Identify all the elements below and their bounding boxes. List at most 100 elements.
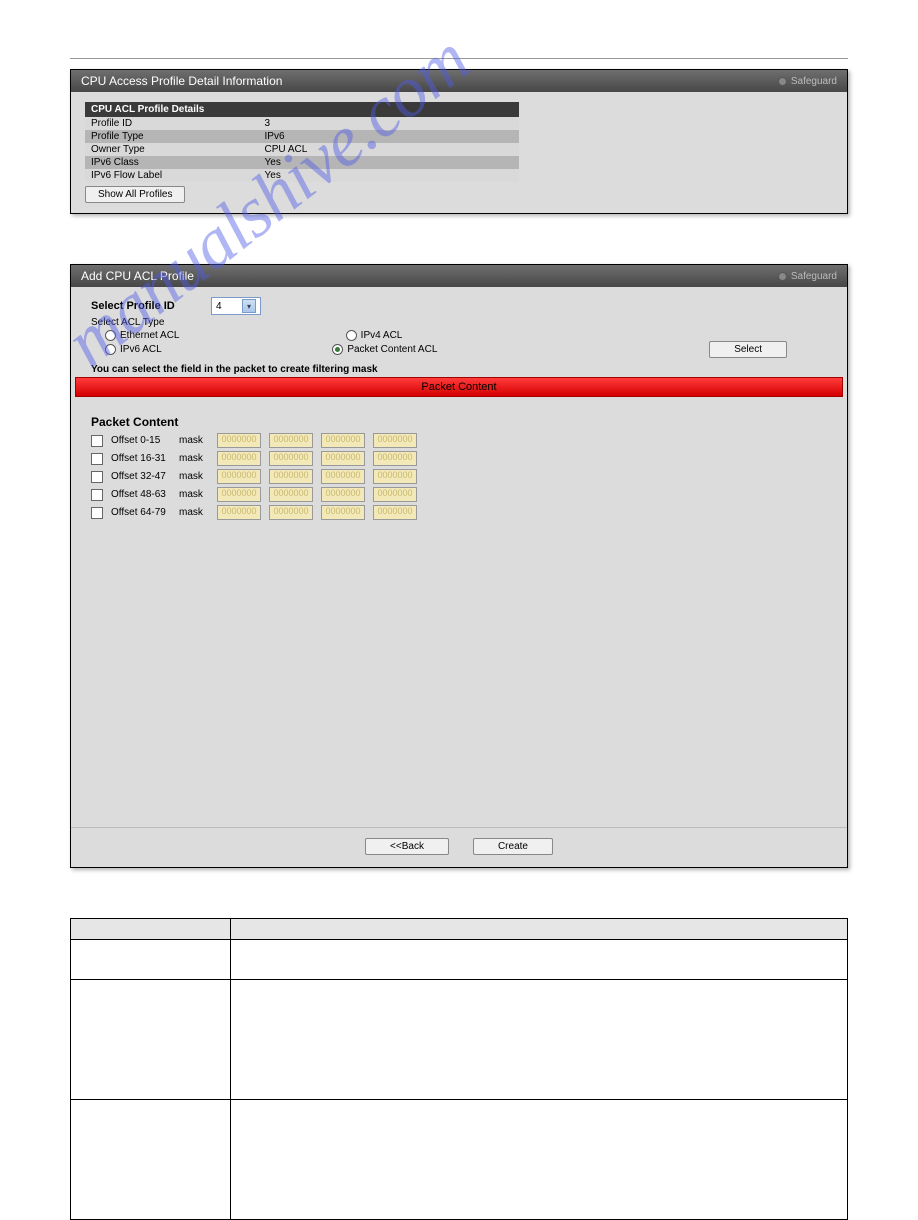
detail-value: CPU ACL bbox=[259, 143, 519, 156]
ipv4-acl-label: IPv4 ACL bbox=[361, 330, 403, 341]
safeguard-icon bbox=[778, 272, 787, 281]
mask-input[interactable]: 0000000 bbox=[269, 469, 313, 484]
mask-label: mask bbox=[179, 453, 209, 464]
ethernet-acl-radio[interactable] bbox=[105, 330, 116, 341]
cpu-access-profile-detail-panel: CPU Access Profile Detail Information Sa… bbox=[70, 69, 848, 214]
mask-label: mask bbox=[179, 507, 209, 518]
safeguard-indicator: Safeguard bbox=[778, 271, 837, 282]
mask-input[interactable]: 0000000 bbox=[217, 433, 261, 448]
select-button[interactable]: Select bbox=[709, 341, 787, 358]
detail-key: IPv6 Class bbox=[85, 156, 259, 169]
ethernet-acl-label: Ethernet ACL bbox=[120, 330, 179, 341]
mask-input[interactable]: 0000000 bbox=[217, 505, 261, 520]
offset-row: Offset 64-79 mask 0000000 0000000 0000000 000… bbox=[91, 505, 827, 520]
mask-label: mask bbox=[179, 435, 209, 446]
detail-key: Profile ID bbox=[85, 117, 259, 130]
mask-input[interactable]: 0000000 bbox=[269, 451, 313, 466]
profile-id-select[interactable]: 4 ▾ bbox=[211, 297, 261, 315]
table-row bbox=[71, 1100, 848, 1220]
panel2-title: Add CPU ACL Profile bbox=[81, 269, 194, 283]
mask-input[interactable]: 0000000 bbox=[373, 487, 417, 502]
mask-input[interactable]: 0000000 bbox=[269, 505, 313, 520]
table-row: Owner Type CPU ACL bbox=[85, 143, 519, 156]
panel1-titlebar: CPU Access Profile Detail Information Sa… bbox=[71, 70, 847, 92]
detail-key: Profile Type bbox=[85, 130, 259, 143]
mask-input[interactable]: 0000000 bbox=[321, 469, 365, 484]
packet-content-section-label: Packet Content bbox=[91, 415, 827, 429]
back-button[interactable]: <<Back bbox=[365, 838, 449, 855]
offset-checkbox[interactable] bbox=[91, 489, 103, 501]
param-name bbox=[71, 1100, 231, 1220]
table-row: Profile ID 3 bbox=[85, 117, 519, 130]
offset-row: Offset 16-31 mask 0000000 0000000 0000000 000… bbox=[91, 451, 827, 466]
panel1-title: CPU Access Profile Detail Information bbox=[81, 74, 282, 88]
packet-content-header-bar: Packet Content bbox=[75, 377, 843, 397]
param-name bbox=[71, 940, 231, 980]
param-name bbox=[71, 980, 231, 1100]
select-profile-id-label: Select Profile ID bbox=[91, 300, 201, 312]
detail-value: Yes bbox=[259, 156, 519, 169]
create-button[interactable]: Create bbox=[473, 838, 553, 855]
mask-input[interactable]: 0000000 bbox=[373, 451, 417, 466]
mask-label: mask bbox=[179, 489, 209, 500]
table-row bbox=[71, 940, 848, 980]
param-header-description bbox=[231, 919, 848, 940]
table-row: IPv6 Flow Label Yes bbox=[85, 169, 519, 182]
chevron-down-icon: ▾ bbox=[242, 299, 256, 313]
packet-content-acl-label: Packet Content ACL bbox=[347, 344, 437, 355]
page-top-rule bbox=[70, 58, 848, 59]
mask-input[interactable]: 0000000 bbox=[321, 505, 365, 520]
table-row: Profile Type IPv6 bbox=[85, 130, 519, 143]
mask-input[interactable]: 0000000 bbox=[269, 487, 313, 502]
panel2-titlebar: Add CPU ACL Profile Safeguard bbox=[71, 265, 847, 287]
mask-input[interactable]: 0000000 bbox=[217, 487, 261, 502]
param-header-parameter bbox=[71, 919, 231, 940]
detail-value: 3 bbox=[259, 117, 519, 130]
mask-input[interactable]: 0000000 bbox=[321, 487, 365, 502]
select-acl-type-label: Select ACL Type bbox=[91, 317, 201, 328]
mask-input[interactable]: 0000000 bbox=[217, 469, 261, 484]
offset-label: Offset 16-31 bbox=[111, 453, 171, 464]
safeguard-label: Safeguard bbox=[791, 271, 837, 282]
offset-label: Offset 32-47 bbox=[111, 471, 171, 482]
mask-input[interactable]: 0000000 bbox=[217, 451, 261, 466]
offset-checkbox[interactable] bbox=[91, 435, 103, 447]
table-row bbox=[71, 980, 848, 1100]
offset-row: Offset 48-63 mask 0000000 0000000 0000000 000… bbox=[91, 487, 827, 502]
mask-input[interactable]: 0000000 bbox=[321, 451, 365, 466]
details-table-header: CPU ACL Profile Details bbox=[85, 102, 519, 117]
mask-input[interactable]: 0000000 bbox=[269, 433, 313, 448]
mask-input[interactable]: 0000000 bbox=[373, 433, 417, 448]
offset-row: Offset 0-15 mask 0000000 0000000 0000000 0000… bbox=[91, 433, 827, 448]
mask-input[interactable]: 0000000 bbox=[373, 469, 417, 484]
show-all-profiles-button[interactable]: Show All Profiles bbox=[85, 186, 185, 203]
safeguard-label: Safeguard bbox=[791, 76, 837, 87]
parameter-description-table bbox=[70, 918, 848, 1220]
mask-label: mask bbox=[179, 471, 209, 482]
offset-label: Offset 64-79 bbox=[111, 507, 171, 518]
detail-value: Yes bbox=[259, 169, 519, 182]
mask-input[interactable]: 0000000 bbox=[321, 433, 365, 448]
offset-row: Offset 32-47 mask 0000000 0000000 0000000 000… bbox=[91, 469, 827, 484]
offset-checkbox[interactable] bbox=[91, 453, 103, 465]
offset-label: Offset 0-15 bbox=[111, 435, 171, 446]
safeguard-icon bbox=[778, 77, 787, 86]
ipv6-acl-radio[interactable] bbox=[105, 344, 116, 355]
table-row: IPv6 Class Yes bbox=[85, 156, 519, 169]
safeguard-indicator: Safeguard bbox=[778, 76, 837, 87]
param-desc bbox=[231, 1100, 848, 1220]
offset-checkbox[interactable] bbox=[91, 471, 103, 483]
add-cpu-acl-profile-panel: Add CPU ACL Profile Safeguard Select Pro… bbox=[70, 264, 848, 868]
profile-details-table: CPU ACL Profile Details Profile ID 3 Pro… bbox=[85, 102, 519, 182]
param-desc bbox=[231, 980, 848, 1100]
detail-value: IPv6 bbox=[259, 130, 519, 143]
offset-checkbox[interactable] bbox=[91, 507, 103, 519]
ipv4-acl-radio[interactable] bbox=[346, 330, 357, 341]
ipv6-acl-label: IPv6 ACL bbox=[120, 344, 162, 355]
detail-key: Owner Type bbox=[85, 143, 259, 156]
offset-label: Offset 48-63 bbox=[111, 489, 171, 500]
mask-input[interactable]: 0000000 bbox=[373, 505, 417, 520]
filtering-mask-hint: You can select the field in the packet t… bbox=[91, 364, 827, 375]
packet-content-acl-radio[interactable] bbox=[332, 344, 343, 355]
param-desc bbox=[231, 940, 848, 980]
